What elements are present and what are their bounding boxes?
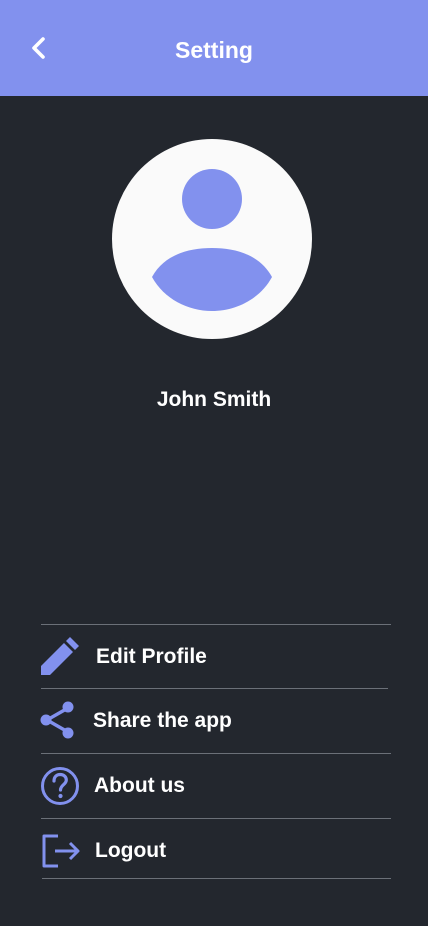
menu-item-label: Share the app — [93, 709, 232, 732]
menu-item-logout[interactable]: Logout — [40, 819, 392, 883]
pencil-icon — [41, 637, 79, 675]
logout-icon — [42, 834, 80, 868]
user-avatar-icon — [152, 169, 272, 311]
profile-name: John Smith — [156, 388, 272, 411]
page-title: Setting — [175, 37, 253, 63]
help-circle-icon — [41, 767, 79, 805]
avatar[interactable] — [112, 139, 312, 339]
app-header: Setting — [0, 0, 428, 96]
menu-item-label: Logout — [95, 839, 167, 862]
share-icon — [40, 701, 74, 739]
menu-item-label: Edit Profile — [96, 645, 207, 668]
menu-item-edit-profile[interactable]: Edit Profile — [40, 625, 392, 689]
menu-item-about-us[interactable]: About us — [40, 754, 392, 818]
divider — [42, 878, 391, 879]
menu-item-label: About us — [94, 774, 185, 797]
menu-item-share-app[interactable]: Share the app — [40, 689, 392, 753]
